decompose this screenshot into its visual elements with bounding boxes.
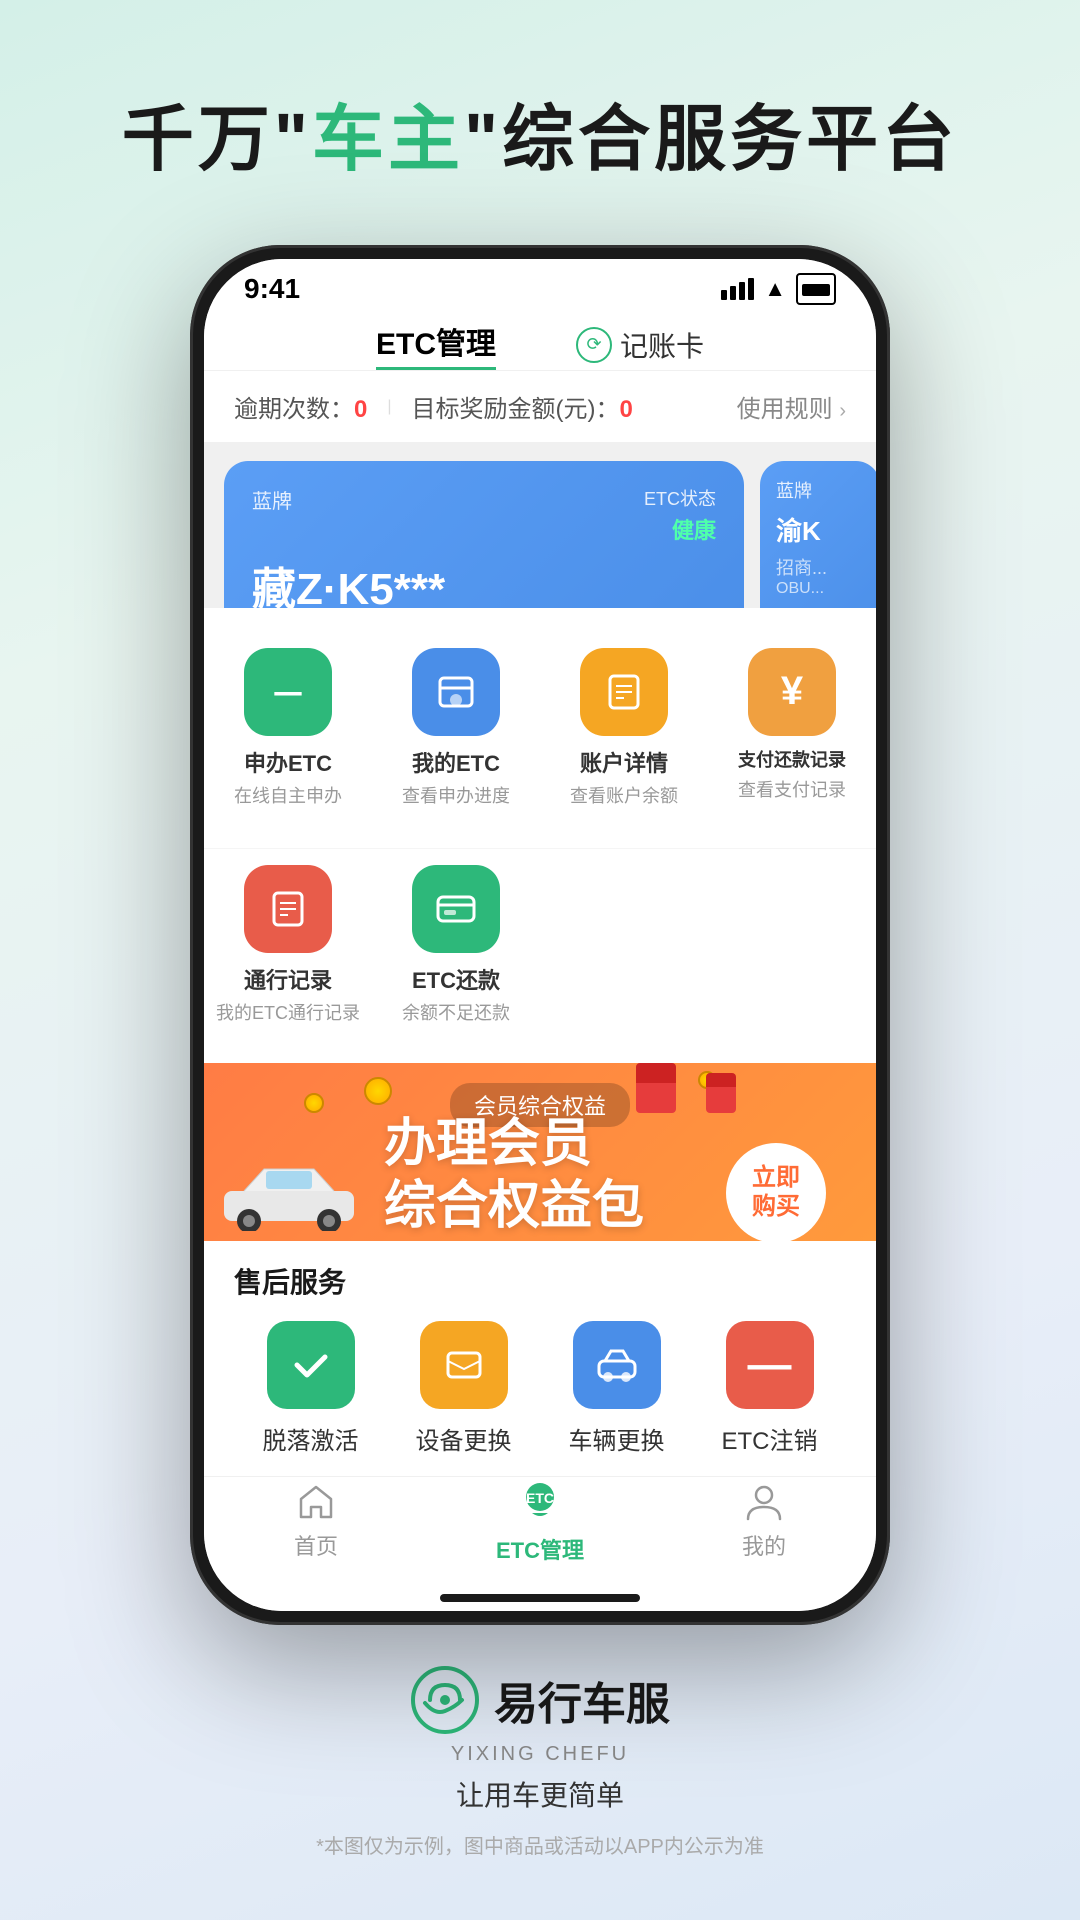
card-status-area: ETC状态 健康 (644, 485, 716, 545)
brand-icon (410, 1665, 480, 1735)
battery-icon (796, 273, 836, 305)
phone-frame: 9:41 ▲ ETC管理 (190, 245, 890, 1625)
icon-grid-row2: 通行记录 我的ETC通行记录 ETC还款 余额不足还款 (204, 848, 876, 1065)
brand-tagline: 让用车更简单 (456, 1774, 624, 1814)
reward-label: 目标奖励金额(元)：0 (412, 389, 633, 424)
icon-my-etc[interactable]: 我的ETC 查看申办进度 (372, 632, 540, 824)
my-etc-icon (412, 648, 500, 736)
page-bottom: 易行车服 YIXING CHEFU 让用车更简单 *本图仅为示例，图中商品或活动… (316, 1665, 764, 1899)
stats-bar: 逾期次数：0 | 目标奖励金额(元)：0 使用规则 › (204, 371, 876, 443)
nav-tab-etc[interactable]: ETC管理 (376, 319, 496, 370)
signal-icon (721, 278, 754, 300)
tab-mine[interactable]: 我的 (652, 1481, 876, 1561)
etc-card-1[interactable]: 蓝牌 ETC状态 健康 藏Z·K5*** 招商客车记账卡：45645645745… (224, 461, 744, 608)
reactivate-icon (267, 1321, 355, 1409)
nav-header: ETC管理 ⟳ 记账卡 (204, 319, 876, 371)
apply-etc-icon: － (244, 648, 332, 736)
status-time: 9:41 (244, 273, 300, 305)
tab-mine-label: 我的 (742, 1529, 786, 1561)
hero-prefix: 千万 (122, 100, 274, 180)
nav-jizhangka[interactable]: ⟳ 记账卡 (576, 325, 704, 365)
banner-car-illustration (214, 1151, 374, 1231)
overdue-val: 0 (354, 396, 367, 423)
tab-etc-label: ETC管理 (496, 1533, 584, 1565)
car-replace-icon (573, 1321, 661, 1409)
jizhangka-icon: ⟳ (576, 327, 612, 363)
etc-repay-icon (412, 865, 500, 953)
nav-tab-jizhangka: 记账卡 (620, 325, 704, 365)
aftersale-car-replace[interactable]: 车辆更换 (540, 1321, 693, 1456)
brand-name: 易行车服 (494, 1668, 670, 1732)
brand-logo: 易行车服 (410, 1665, 670, 1735)
wifi-icon: ▲ (764, 276, 786, 302)
tab-etc-manage[interactable]: ETC ETC管理 (428, 1477, 652, 1565)
hero-title: 千万"车主"综合服务平台 (122, 80, 958, 185)
card-status-val: 健康 (672, 513, 716, 545)
reward-val: 0 (620, 396, 633, 423)
status-icons: ▲ (721, 273, 836, 305)
screen-content: ETC管理 ⟳ 记账卡 逾期次数：0 | 目标奖励金额(元)：0 (204, 319, 876, 1611)
card-plate: 藏Z·K5*** (252, 553, 716, 608)
tab-home-label: 首页 (294, 1529, 338, 1561)
home-tab-icon (296, 1481, 336, 1521)
membership-banner[interactable]: 会员综合权益 办理会员 (204, 1063, 876, 1242)
rule-link[interactable]: 使用规则 › (737, 389, 846, 424)
icon-trip-record[interactable]: 通行记录 我的ETC通行记录 (204, 849, 372, 1041)
buy-button[interactable]: 立即 购买 (726, 1143, 826, 1243)
status-bar: 9:41 ▲ (204, 259, 876, 319)
aftersale-etc-cancel[interactable]: — ETC注销 (693, 1321, 846, 1456)
icon-apply-etc[interactable]: － 申办ETC 在线自主申办 (204, 632, 372, 824)
svg-text:ETC: ETC (526, 1490, 554, 1506)
payment-record-icon: ¥ (748, 648, 836, 736)
etc-cancel-icon: — (726, 1321, 814, 1409)
tab-bar: 首页 ETC ETC管理 我的 (204, 1476, 876, 1585)
icon-payment-record[interactable]: ¥ 支付还款记录 查看支付记录 (708, 632, 876, 824)
phone-mockup: 9:41 ▲ ETC管理 (190, 245, 890, 1625)
mine-tab-icon (744, 1481, 784, 1521)
home-bar (440, 1594, 640, 1602)
card-badge: 蓝牌 (252, 485, 292, 514)
etc-tab-icon: ETC (516, 1477, 564, 1525)
home-indicator (204, 1585, 876, 1611)
brand-pinyin: YIXING CHEFU (451, 1743, 629, 1766)
icon-etc-repay[interactable]: ETC还款 余额不足还款 (372, 849, 540, 1041)
icon-account-detail[interactable]: 账户详情 查看账户余额 (540, 632, 708, 824)
disclaimer: *本图仅为示例，图中商品或活动以APP内公示为准 (316, 1830, 764, 1859)
device-replace-icon (420, 1321, 508, 1409)
brand-logo-area: 易行车服 YIXING CHEFU 让用车更简单 (410, 1665, 670, 1814)
etc-card-2[interactable]: 蓝牌 渝K 招商... OBU... (760, 461, 876, 608)
banner-subtitle: 额外赠送ETC全套设备和安装服务 (384, 1247, 814, 1296)
tab-home[interactable]: 首页 (204, 1481, 428, 1561)
hero-suffix: 综合服务平台 (502, 100, 958, 180)
hero-highlight: 车主 (312, 100, 464, 180)
trip-record-icon (244, 865, 332, 953)
icon-grid-row1: － 申办ETC 在线自主申办 我的ETC 查看申办进度 (204, 608, 876, 848)
account-detail-icon (580, 648, 668, 736)
phone-screen: 9:41 ▲ ETC管理 (204, 259, 876, 1611)
overdue-label: 逾期次数：0 (234, 389, 367, 424)
cards-area: 蓝牌 ETC状态 健康 藏Z·K5*** 招商客车记账卡：45645645745… (204, 443, 876, 608)
aftersale-reactivate[interactable]: 脱落激活 (234, 1321, 387, 1456)
aftersale-grid: 脱落激活 设备更换 车辆更换 (234, 1321, 846, 1456)
aftersale-device-replace[interactable]: 设备更换 (387, 1321, 540, 1456)
